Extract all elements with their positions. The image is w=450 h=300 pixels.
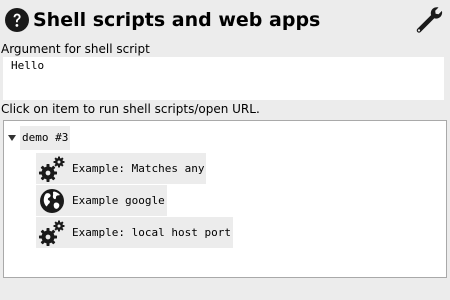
app-header: Shell scripts and web apps (0, 0, 450, 42)
page-title: Shell scripts and web apps (33, 9, 321, 31)
tree-item-label: Example: local host port (72, 225, 231, 239)
tree-item-label: Example google (72, 193, 165, 207)
question-circle-icon[interactable] (5, 8, 29, 32)
argument-label: Argument for shell script (1, 42, 150, 56)
tree-item-matches-any[interactable]: Example: Matches any (36, 153, 207, 184)
globe-icon (40, 188, 64, 213)
tree-group-demo[interactable]: demo #3 (8, 126, 71, 150)
instruction-label: Click on item to run shell scripts/open … (1, 102, 260, 116)
script-tree: demo #3 Example: Matches any Example goo… (3, 120, 447, 278)
tree-item-local-host-port[interactable]: Example: local host port (36, 217, 233, 248)
gears-icon (39, 156, 65, 182)
tree-item-google[interactable]: Example google (36, 185, 167, 216)
expand-arrow-icon[interactable] (8, 134, 16, 142)
argument-input[interactable]: Hello (3, 57, 444, 100)
tree-item-label: Example: Matches any (72, 161, 205, 175)
gears-icon (39, 220, 65, 246)
tree-group-label: demo #3 (20, 126, 71, 150)
wrench-icon[interactable] (414, 5, 444, 35)
